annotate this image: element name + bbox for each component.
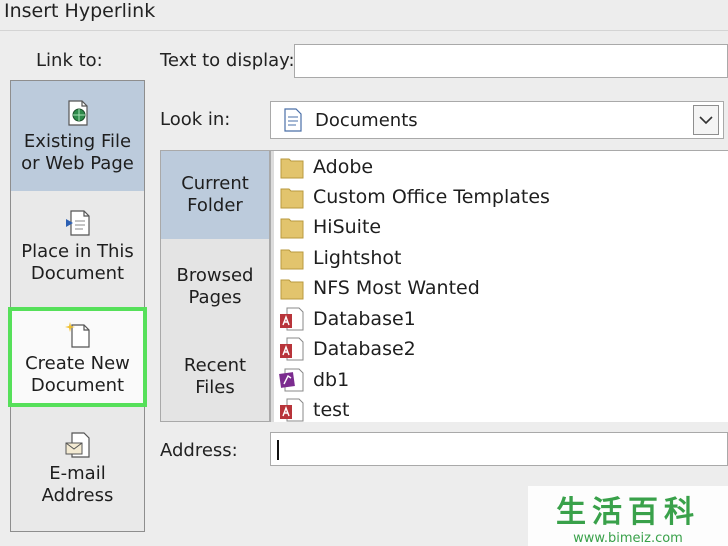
place-recent-line2: Files: [195, 377, 235, 398]
watermark-url: www.bimeiz.com: [573, 530, 683, 546]
place-browsed-pages-text: Browsed Pages: [177, 265, 254, 309]
place-current-folder[interactable]: Current Folder: [161, 151, 269, 239]
address-input[interactable]: [270, 432, 728, 466]
file-name: db1: [313, 369, 350, 391]
file-list[interactable]: Adobe Custom Office Templates HiSuite Li…: [270, 150, 728, 422]
look-in-value: Documents: [315, 109, 418, 131]
link-to-email-line2: Address: [41, 485, 114, 506]
list-item[interactable]: Lightshot: [279, 243, 401, 273]
file-name: Database1: [313, 308, 416, 330]
access-database-icon: [280, 307, 304, 331]
text-to-display-label: Text to display:: [160, 50, 295, 71]
link-to-existing-file-line1: Existing File: [23, 131, 132, 152]
address-label: Address:: [160, 440, 238, 461]
watermark: 生活百科 www.bimeiz.com: [528, 486, 728, 546]
publisher-file-icon: [279, 368, 304, 392]
folder-icon: [280, 158, 304, 179]
file-name: NFS Most Wanted: [313, 277, 480, 299]
access-database-icon: [280, 398, 304, 422]
list-item[interactable]: NFS Most Wanted: [279, 273, 480, 303]
place-browsed-pages[interactable]: Browsed Pages: [161, 243, 269, 331]
look-in-label: Look in:: [160, 109, 231, 130]
folder-icon: [280, 249, 304, 270]
text-caret: [277, 440, 279, 460]
watermark-text: 生活百科: [556, 494, 700, 530]
place-current-folder-text: Current Folder: [181, 173, 249, 217]
access-database-icon: [280, 337, 304, 361]
text-to-display-input[interactable]: [294, 44, 728, 78]
place-current-line1: Current: [181, 173, 249, 194]
place-browsed-line1: Browsed: [176, 265, 254, 286]
window-title: Insert Hyperlink: [4, 0, 156, 22]
link-to-create-new-document-button[interactable]: Create New Document: [8, 307, 147, 407]
places-panel: Current Folder Browsed Pages Recent File…: [160, 150, 270, 422]
link-to-email-line1: E-mail: [49, 463, 106, 484]
link-to-create-new-line1: Create New: [25, 353, 130, 374]
web-file-icon: [67, 100, 88, 126]
link-to-panel: Existing File or Web Page Place in This …: [8, 80, 147, 532]
folder-icon: [280, 188, 304, 209]
list-item[interactable]: Database1: [279, 304, 416, 334]
file-name: Custom Office Templates: [313, 186, 550, 208]
file-name: HiSuite: [313, 216, 382, 238]
link-to-existing-file-line2: or Web Page: [21, 153, 134, 174]
list-item[interactable]: test: [279, 395, 350, 422]
new-document-icon: [64, 322, 90, 348]
place-in-document-icon: [65, 210, 90, 236]
list-item[interactable]: Database2: [279, 334, 416, 364]
folder-icon: [280, 279, 304, 300]
place-recent-files[interactable]: Recent Files: [161, 333, 269, 421]
place-recent-files-text: Recent Files: [184, 355, 246, 399]
link-to-place-line1: Place in This: [21, 241, 134, 262]
file-name: test: [313, 399, 350, 421]
link-to-existing-file-button[interactable]: Existing File or Web Page: [11, 81, 144, 191]
documents-icon: [284, 108, 302, 132]
place-current-line2: Folder: [187, 195, 243, 216]
title-divider: [0, 30, 728, 31]
list-item[interactable]: db1: [279, 365, 349, 395]
link-to-place-in-document-button[interactable]: Place in This Document: [11, 205, 144, 295]
place-browsed-line2: Pages: [188, 287, 242, 308]
look-in-dropdown-button[interactable]: [693, 105, 719, 135]
link-to-email-address-button[interactable]: E-mail Address: [11, 427, 144, 517]
look-in-select[interactable]: Documents: [270, 101, 724, 139]
link-to-place-line2: Document: [30, 263, 125, 284]
folder-icon: [280, 218, 304, 239]
list-item[interactable]: Adobe: [279, 152, 373, 182]
link-to-label: Link to:: [36, 50, 103, 71]
file-name: Lightshot: [313, 247, 402, 269]
list-item[interactable]: HiSuite: [279, 212, 381, 242]
list-item[interactable]: Custom Office Templates: [279, 182, 550, 212]
place-recent-line1: Recent: [183, 355, 247, 376]
email-icon: [65, 432, 90, 458]
link-to-create-new-line2: Document: [30, 375, 125, 396]
file-name: Adobe: [313, 156, 374, 178]
file-name: Database2: [313, 338, 416, 360]
chevron-down-icon: [699, 116, 713, 125]
file-list-edge: [271, 151, 274, 422]
